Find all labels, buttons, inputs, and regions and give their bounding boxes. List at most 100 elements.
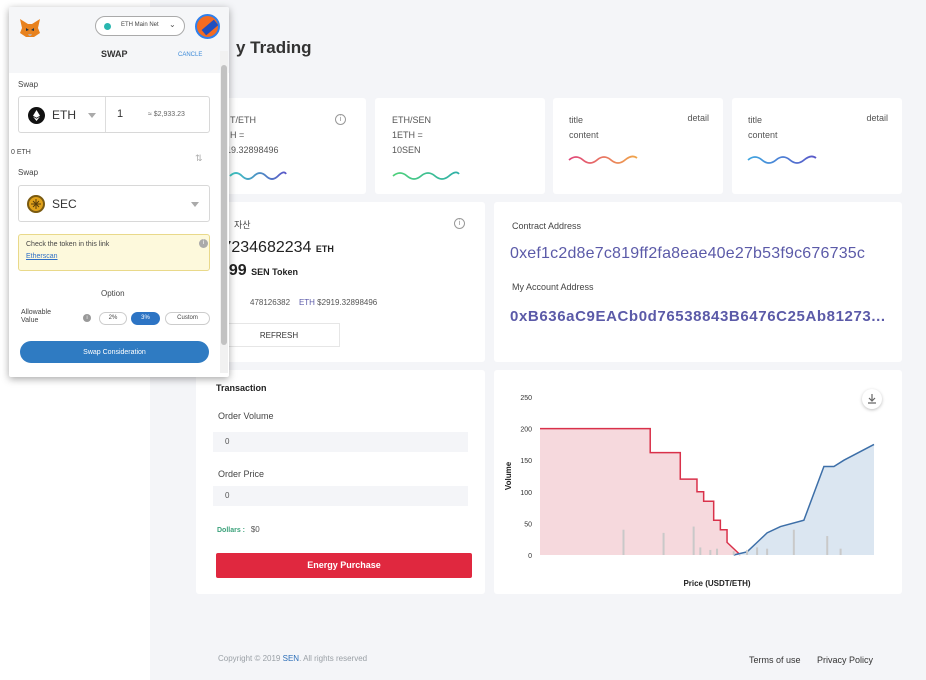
dollars-row: Dollars : $0 xyxy=(217,525,260,534)
allowable-label-line-1: Allowable xyxy=(21,309,51,316)
token-notice-text: Check the token in this link xyxy=(26,241,110,248)
account-avatar[interactable] xyxy=(195,14,220,39)
footer-copy-brand[interactable]: SEN xyxy=(283,654,299,663)
volume-bar xyxy=(756,547,759,555)
network-status-dot-icon xyxy=(104,23,111,30)
swap-consideration-button[interactable]: Swap Consideration xyxy=(20,341,209,363)
dollars-value: $0 xyxy=(250,525,260,534)
to-token-field[interactable]: SEC xyxy=(18,185,210,222)
sparkline-wave xyxy=(568,155,638,164)
volume-bar xyxy=(716,548,719,555)
stat-card-4-content: content xyxy=(748,130,778,140)
slippage-3-percent[interactable]: 3% xyxy=(131,312,160,325)
from-usd-estimate: ≈ $2,933.23 xyxy=(148,111,185,118)
slippage-custom[interactable]: Custom xyxy=(165,312,210,325)
y-tick-label: 0 xyxy=(528,553,532,560)
info-icon[interactable]: i xyxy=(83,314,91,322)
etherscan-link[interactable]: Etherscan xyxy=(26,253,58,260)
from-token-field[interactable]: ETH 1 ≈ $2,933.23 xyxy=(18,96,210,133)
volume-bar xyxy=(662,532,665,555)
stat-card-2-pair: ETH/SEN xyxy=(392,115,432,125)
assets-card: 자산 i .7234682234 ETH 999 SEN Token 47812… xyxy=(196,202,485,362)
depth-chart: 0 50 100 150 200 250 Volume Price (USDT/ETH) xyxy=(504,395,875,588)
scrollbar-thumb[interactable] xyxy=(221,65,227,345)
depth-area-bid xyxy=(540,428,741,555)
volume-bar xyxy=(699,547,702,555)
chevron-down-icon: ⌄ xyxy=(169,20,176,29)
footer-copy-suffix: . All rights reserved xyxy=(299,654,368,663)
eth-balance-unit: ETH xyxy=(315,244,334,254)
option-label: Option xyxy=(101,289,125,298)
order-volume-input[interactable]: 0 xyxy=(213,432,468,452)
assets-label: 자산 xyxy=(234,220,251,230)
info-icon[interactable]: i xyxy=(199,239,208,248)
order-price-input[interactable]: 0 xyxy=(213,486,468,506)
y-tick-label: 250 xyxy=(520,395,532,402)
stat-card-2-rate-label: 1ETH = xyxy=(392,130,423,140)
cancel-link[interactable]: CANCLE xyxy=(178,52,202,58)
swap-from-label: Swap xyxy=(18,80,39,89)
from-token-symbol: ETH xyxy=(52,108,76,122)
address-card: Contract Address 0xef1c2d8e7c819ff2fa8ea… xyxy=(494,202,902,362)
y-tick-label: 50 xyxy=(524,521,532,528)
energy-purchase-button[interactable]: Energy Purchase xyxy=(216,553,472,578)
privacy-link[interactable]: Privacy Policy xyxy=(817,655,873,665)
metamask-fox-icon xyxy=(20,19,40,37)
metamask-popup: ETH Main Net ⌄ SWAP CANCLE Swap ETH 1 ≈ … xyxy=(9,7,229,377)
assets-sub-usd: $2919.32898496 xyxy=(317,298,378,307)
contract-address-label: Contract Address xyxy=(512,221,582,231)
chevron-down-icon[interactable] xyxy=(88,113,96,118)
info-icon[interactable]: i xyxy=(454,218,465,229)
from-amount-input[interactable]: 1 xyxy=(117,108,123,120)
slippage-2-percent[interactable]: 2% xyxy=(99,312,127,325)
account-address-value[interactable]: 0xB636aC9EACb0d76538843B6476C25Ab81273..… xyxy=(510,308,886,325)
contract-address-value[interactable]: 0xef1c2d8e7c819ff2fa8eae40e27b53f9c67673… xyxy=(510,245,865,263)
stat-card-4-title: title xyxy=(748,115,763,125)
sen-balance: 999 SEN Token xyxy=(220,262,298,280)
volume-bar xyxy=(839,548,842,555)
eth-balance: .7234682234 ETH xyxy=(218,239,334,257)
terms-link[interactable]: Terms of use xyxy=(749,655,801,665)
y-tick-label: 200 xyxy=(520,427,532,434)
token-divider xyxy=(105,97,106,132)
depth-area-ask xyxy=(733,444,874,555)
volume-bar xyxy=(826,536,829,555)
assets-sub-number: 478126382 xyxy=(250,298,291,307)
stat-card-4: title content detail xyxy=(732,98,902,194)
depth-chart-card: 0 50 100 150 200 250 Volume Price (USDT/ETH) xyxy=(494,370,902,594)
x-axis-label: Price (USDT/ETH) xyxy=(683,579,750,588)
order-volume-label: Order Volume xyxy=(218,411,274,421)
y-tick-label: 100 xyxy=(520,490,532,497)
footer-copyright: Copyright © 2019 SEN. All rights reserve… xyxy=(218,654,367,663)
swap-header-title: SWAP xyxy=(101,49,128,59)
eth-balance-amount: .7234682234 xyxy=(218,239,312,256)
stat-card-1-rate: 19.32898496 xyxy=(226,145,279,155)
stat-card-4-detail: detail xyxy=(866,113,888,123)
sparkline-wave xyxy=(229,171,287,180)
sparkline-wave xyxy=(747,155,817,164)
volume-bar xyxy=(622,529,625,555)
allowable-label-line-2: Value xyxy=(21,317,39,324)
chevron-down-icon[interactable] xyxy=(191,202,199,207)
volume-bar xyxy=(692,526,695,555)
volume-bar xyxy=(766,548,769,555)
stat-card-2-rate: 10SEN xyxy=(392,145,421,155)
info-icon[interactable]: i xyxy=(335,114,346,125)
token-notice: Check the token in this link Etherscan i xyxy=(18,234,210,271)
allowable-value-label: Allowable Value xyxy=(21,309,51,325)
swap-direction-icon[interactable]: ⇅ xyxy=(195,153,203,164)
sparkline-wave xyxy=(392,171,460,180)
sen-balance-unit: SEN Token xyxy=(251,267,298,277)
stat-card-3-detail: detail xyxy=(687,113,709,123)
refresh-button[interactable]: REFRESH xyxy=(218,323,340,347)
stat-card-3: title content detail xyxy=(553,98,723,194)
page-title: y Trading xyxy=(236,38,312,57)
stat-card-2: ETH/SEN 1ETH = 10SEN xyxy=(375,98,545,194)
volume-bar xyxy=(746,549,749,555)
network-selector[interactable]: ETH Main Net ⌄ xyxy=(95,16,185,36)
y-axis-label: Volume xyxy=(504,461,513,490)
footer-copy-prefix: Copyright © 2019 xyxy=(218,654,283,663)
to-token-symbol: SEC xyxy=(52,197,77,211)
download-icon[interactable] xyxy=(862,389,882,409)
stat-card-3-title: title xyxy=(569,115,584,125)
